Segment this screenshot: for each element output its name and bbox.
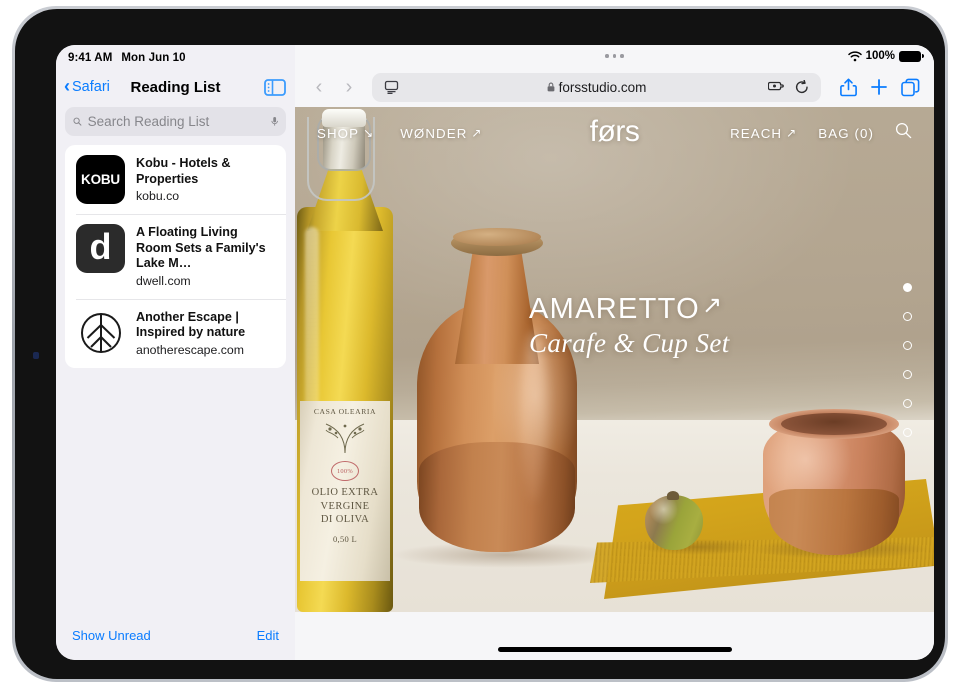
back-to-safari-button[interactable]: ‹ Safari (64, 76, 110, 96)
olive-oil-bottle: CASA OLEARIA 100% OLIO EXTRA VERGINE DI … (295, 107, 395, 612)
fig-stem (667, 491, 679, 500)
sidebar-toggle-icon[interactable] (264, 78, 286, 96)
list-item-url: anotherescape.com (136, 342, 245, 357)
carousel-dot[interactable] (903, 282, 912, 292)
hero-subtitle: Carafe & Cup Set (529, 328, 730, 358)
status-bar-right: 100% (295, 45, 934, 67)
list-item-title: Kobu - Hotels & Properties (136, 156, 231, 186)
leaf-logo-icon (76, 308, 125, 358)
web-page-content: CASA OLEARIA 100% OLIO EXTRA VERGINE DI … (295, 107, 934, 612)
nav-link-bag[interactable]: BAG (0) (818, 126, 874, 141)
carousel-dot[interactable] (903, 340, 912, 350)
bottle-label-stamp: 100% (331, 461, 359, 481)
arrow-up-right-icon: ↗ (702, 292, 724, 319)
arrow-down-right-icon: ↘ (363, 126, 375, 140)
list-item[interactable]: d A Floating Living Room Sets a Family's… (65, 214, 286, 299)
bottle-label-line2: VERGINE (320, 500, 370, 512)
nav-link-shop-label: SHOP (317, 125, 360, 141)
nav-link-shop[interactable]: SHOP ↘ (317, 126, 374, 141)
browser-toolbar: ‹ › forsstudio.com (295, 67, 934, 107)
browser-pane: 100% ‹ › forsstudio.com CASA OLEARIA 100… (295, 45, 934, 660)
extensions-icon[interactable] (764, 75, 788, 99)
plus-icon[interactable] (867, 75, 891, 99)
search-icon (73, 117, 82, 126)
arrow-up-right-icon: ↗ (786, 126, 798, 140)
nav-link-wonder-label: WØNDER (400, 125, 468, 141)
bezel-speck (33, 352, 39, 359)
fig-fruit (645, 495, 703, 550)
back-button-label: Safari (72, 79, 110, 95)
site-navigation: SHOP ↘ WØNDER ↗ førs REACH ↗ BAG (0) (295, 107, 934, 159)
nav-link-bag-label: BAG (0) (818, 125, 874, 141)
list-item[interactable]: Another Escape | Inspired by nature anot… (65, 298, 286, 368)
carousel-dots (903, 282, 912, 437)
clock-time: 9:41 AM (68, 52, 113, 64)
terracotta-cup (763, 405, 905, 557)
device-bezel: 9:41 AM Mon Jun 10 ‹ Safari Reading List (15, 9, 945, 679)
microphone-icon[interactable] (271, 114, 278, 129)
list-item-title: Another Escape | Inspired by nature (136, 309, 246, 340)
olive-sprig-illustration (325, 423, 365, 454)
arrow-up-right-icon: ↗ (471, 126, 483, 140)
lock-icon (547, 82, 554, 92)
nav-link-wonder[interactable]: WØNDER ↗ (400, 126, 482, 141)
reload-icon[interactable] (790, 75, 814, 99)
list-item-url: dwell.com (136, 273, 191, 288)
hero-title: AMARETTO (529, 293, 700, 325)
search-field[interactable] (65, 107, 286, 136)
show-unread-button[interactable]: Show Unread (72, 628, 151, 643)
sidebar-footer: Show Unread Edit (56, 616, 295, 660)
battery-icon (899, 50, 924, 62)
ipad-screen: 9:41 AM Mon Jun 10 ‹ Safari Reading List (56, 45, 934, 660)
reading-list: KOBU Kobu - Hotels & Properties kobu.co … (65, 145, 286, 368)
back-button[interactable]: ‹ (305, 73, 333, 101)
bottle-label-line3: DI OLIVA (320, 514, 370, 525)
terracotta-carafe (417, 222, 577, 552)
reader-view-icon[interactable] (379, 75, 403, 99)
sidebar-header: ‹ Safari Reading List (56, 69, 295, 105)
bottle-label-brand: CASA OLEARIA (313, 407, 377, 416)
home-indicator[interactable] (497, 647, 732, 652)
forward-button[interactable]: › (335, 73, 363, 101)
hero-text-block: AMARETTO ↗ Carafe & Cup Set (529, 292, 730, 359)
carousel-dot[interactable] (903, 311, 912, 321)
tab-overview-icon[interactable] (898, 75, 922, 99)
search-icon[interactable] (895, 122, 912, 144)
address-bar[interactable]: forsstudio.com (372, 72, 821, 102)
list-item[interactable]: KOBU Kobu - Hotels & Properties kobu.co (65, 145, 286, 214)
carousel-dot[interactable] (903, 398, 912, 408)
carousel-dot[interactable] (903, 427, 912, 437)
bottle-label-volume: 0,50 L (333, 533, 357, 544)
hero-title-row[interactable]: AMARETTO ↗ (529, 292, 730, 326)
list-item-url: kobu.co (136, 189, 180, 203)
dwell-logo-icon: d (76, 224, 125, 273)
kobu-logo-text: KOBU (81, 172, 120, 187)
kobu-logo-icon: KOBU (76, 155, 125, 204)
multitask-handle[interactable] (605, 54, 624, 58)
wifi-icon (847, 50, 862, 61)
search-input[interactable] (87, 114, 265, 129)
reading-list-sidebar: 9:41 AM Mon Jun 10 ‹ Safari Reading List (56, 45, 295, 660)
status-bar-left: 9:41 AM Mon Jun 10 (56, 45, 295, 69)
url-text: forsstudio.com (558, 79, 647, 95)
battery-percent: 100% (865, 50, 895, 62)
search-container (56, 105, 295, 136)
bottle-label-line1: OLIO EXTRA (311, 487, 379, 498)
page-bottom-area (295, 612, 934, 660)
carousel-dot[interactable] (903, 369, 912, 379)
dwell-logo-text: d (89, 225, 112, 267)
clock-date: Mon Jun 10 (121, 52, 186, 64)
bottle-label: CASA OLEARIA 100% OLIO EXTRA VERGINE DI … (300, 401, 390, 581)
list-item-title: A Floating Living Room Sets a Family's L… (136, 225, 266, 270)
chevron-left-icon: ‹ (64, 76, 70, 96)
edit-button[interactable]: Edit (257, 628, 279, 643)
nav-link-reach-label: REACH (730, 125, 783, 141)
share-icon[interactable] (836, 75, 860, 99)
nav-link-reach[interactable]: REACH ↗ (730, 126, 797, 141)
url-display: forsstudio.com (372, 80, 821, 95)
